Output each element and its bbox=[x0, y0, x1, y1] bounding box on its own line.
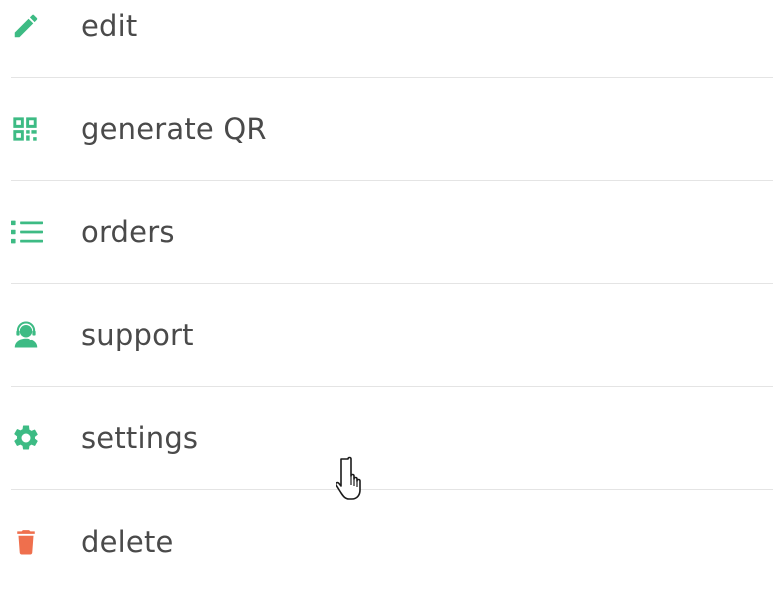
headset-agent-icon bbox=[11, 319, 43, 351]
menu-item-orders[interactable]: orders bbox=[11, 181, 773, 284]
actions-menu: edit generate QR orders support settings… bbox=[11, 0, 773, 593]
menu-item-support[interactable]: support bbox=[11, 284, 773, 387]
menu-item-edit[interactable]: edit bbox=[11, 0, 773, 78]
menu-item-generate-qr[interactable]: generate QR bbox=[11, 78, 773, 181]
menu-item-label: support bbox=[81, 318, 194, 352]
menu-item-label: edit bbox=[81, 9, 138, 43]
menu-item-label: delete bbox=[81, 524, 174, 559]
gear-icon bbox=[11, 422, 43, 454]
menu-item-settings[interactable]: settings bbox=[11, 387, 773, 490]
menu-item-label: generate QR bbox=[81, 112, 267, 146]
pencil-icon bbox=[11, 10, 43, 42]
list-icon bbox=[11, 216, 43, 248]
menu-item-delete[interactable]: delete bbox=[11, 490, 773, 593]
trash-icon bbox=[11, 526, 43, 558]
qr-code-icon bbox=[11, 113, 43, 145]
menu-item-label: orders bbox=[81, 215, 175, 249]
menu-item-label: settings bbox=[81, 421, 199, 455]
